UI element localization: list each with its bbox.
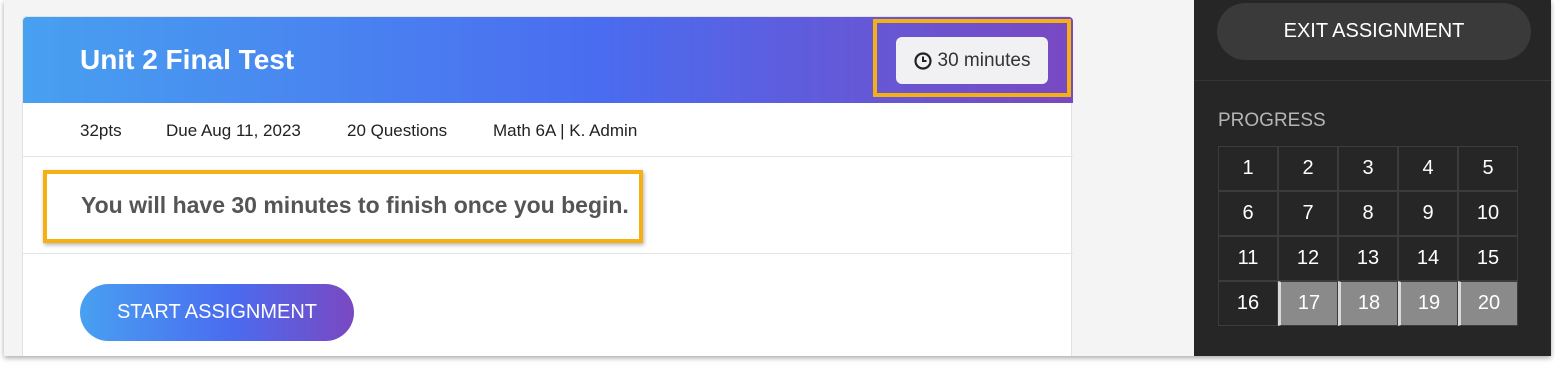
question-cell[interactable]: 17 [1278, 281, 1338, 326]
assignment-screen: Unit 2 Final Test 30 minutes 32pts Due A… [4, 0, 1551, 356]
question-cell[interactable]: 14 [1398, 236, 1458, 281]
question-cell[interactable]: 1 [1218, 146, 1278, 191]
question-cell[interactable]: 11 [1218, 236, 1278, 281]
start-assignment-button[interactable]: START ASSIGNMENT [80, 284, 354, 341]
question-cell[interactable]: 9 [1398, 191, 1458, 236]
progress-heading: PROGRESS [1218, 110, 1326, 131]
clock-icon [913, 51, 932, 70]
progress-sidebar: EXIT ASSIGNMENT PROGRESS 1 2 3 4 5 6 7 8 9 10 11 12… [1194, 0, 1551, 356]
question-cell[interactable]: 2 [1278, 146, 1338, 191]
question-cell[interactable]: 8 [1338, 191, 1398, 236]
sidebar-divider [1194, 80, 1551, 81]
timer-label: 30 minutes [937, 49, 1031, 71]
timer-badge: 30 minutes [896, 37, 1048, 84]
question-cell[interactable]: 7 [1278, 191, 1338, 236]
question-cell[interactable]: 4 [1398, 146, 1458, 191]
time-limit-notice: You will have 30 minutes to finish once … [81, 192, 629, 218]
exit-assignment-button[interactable]: EXIT ASSIGNMENT [1217, 3, 1531, 60]
assignment-header: Unit 2 Final Test 30 minutes [23, 17, 1073, 103]
question-cell[interactable]: 10 [1458, 191, 1518, 236]
question-cell[interactable]: 20 [1458, 281, 1518, 326]
question-cell[interactable]: 13 [1338, 236, 1398, 281]
class-info: Math 6A | K. Admin [493, 121, 638, 140]
assignment-card: Unit 2 Final Test 30 minutes 32pts Due A… [22, 16, 1073, 356]
question-cell[interactable]: 19 [1398, 281, 1458, 326]
question-cell[interactable]: 12 [1278, 236, 1338, 281]
assignment-meta: 32pts Due Aug 11, 2023 20 Questions Math… [23, 103, 1073, 157]
question-cell[interactable]: 18 [1338, 281, 1398, 326]
question-cell[interactable]: 6 [1218, 191, 1278, 236]
question-cell[interactable]: 3 [1338, 146, 1398, 191]
question-cell[interactable]: 5 [1458, 146, 1518, 191]
points-value: 32pts [80, 121, 122, 140]
question-progress-grid: 1 2 3 4 5 6 7 8 9 10 11 12 13 14 15 16 17 18 19 20 [1218, 146, 1518, 326]
question-count: 20 Questions [347, 121, 448, 140]
question-cell[interactable]: 16 [1218, 281, 1278, 326]
due-date: Due Aug 11, 2023 [166, 121, 301, 140]
assignment-title: Unit 2 Final Test [80, 44, 295, 75]
notice-section: You will have 30 minutes to finish once … [23, 157, 1073, 254]
question-cell[interactable]: 15 [1458, 236, 1518, 281]
